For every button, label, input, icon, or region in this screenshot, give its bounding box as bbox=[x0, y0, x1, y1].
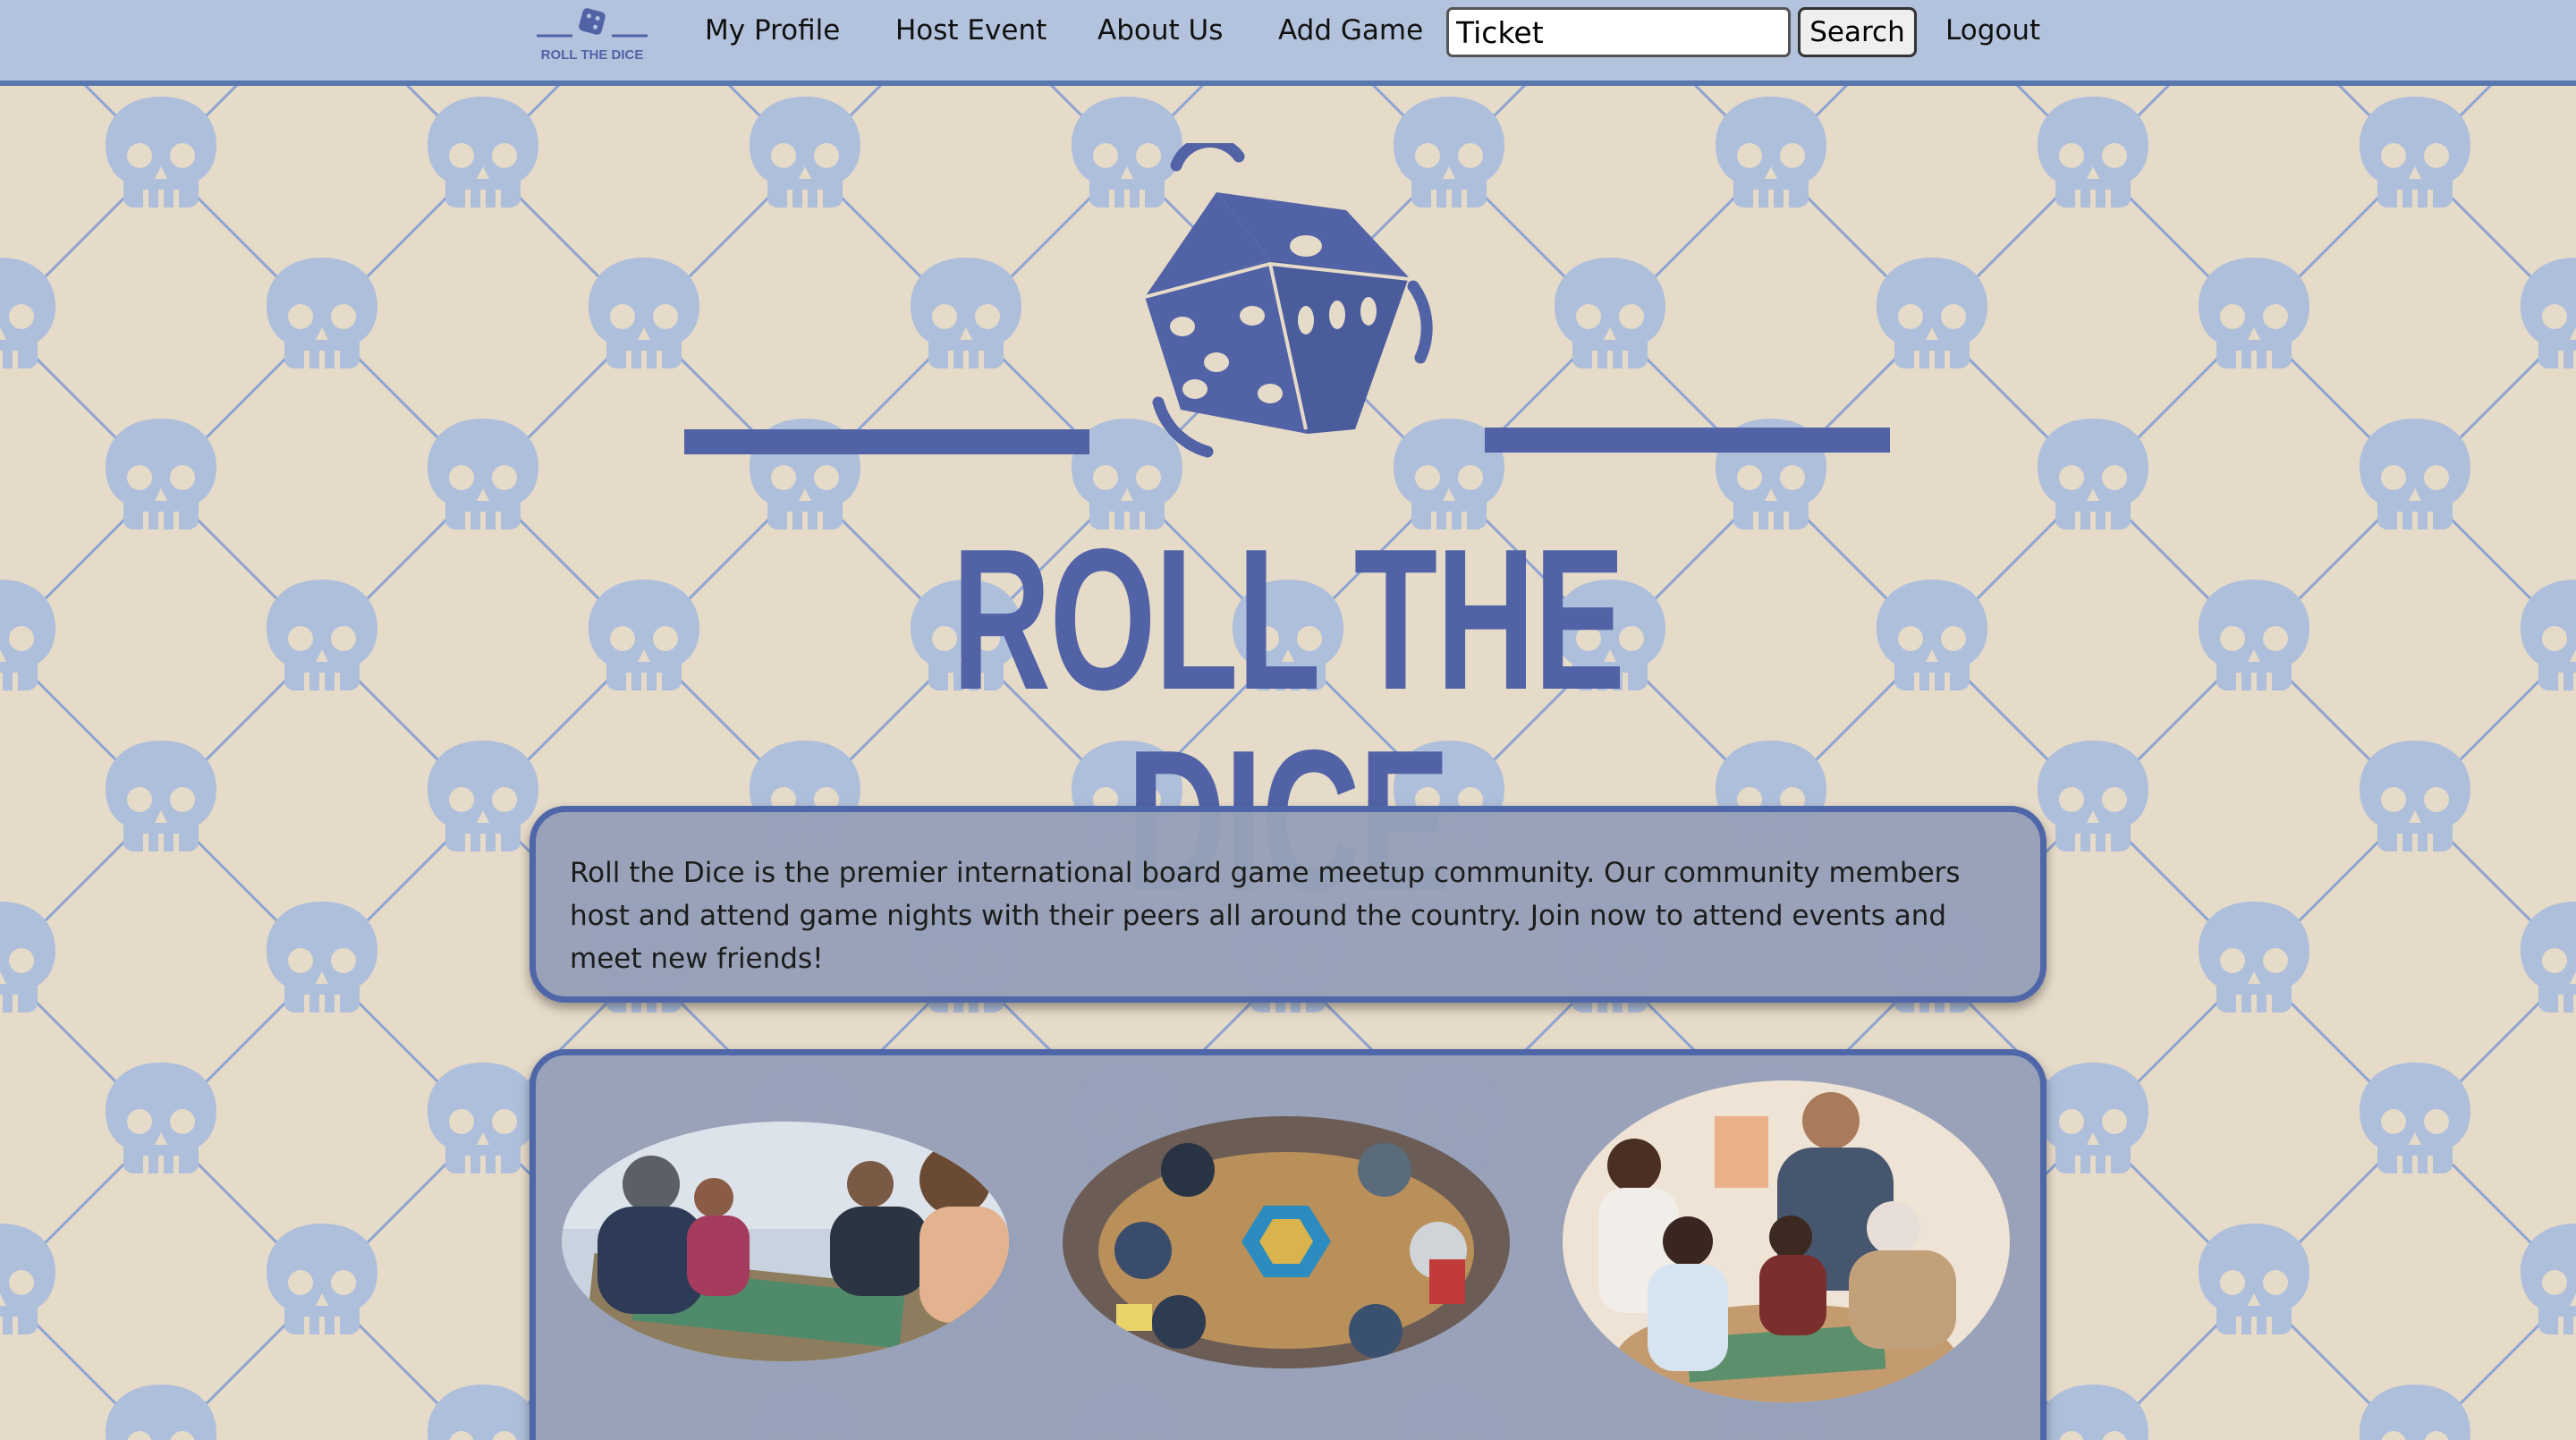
nav-about-us[interactable]: About Us bbox=[1097, 14, 1223, 47]
logo-text: ROLL THE DICE bbox=[541, 47, 644, 63]
hero-logo: ROLL THE DICE bbox=[680, 143, 1896, 921]
dice-icon bbox=[684, 143, 1890, 458]
search-input[interactable] bbox=[1446, 7, 1791, 57]
nav-add-game[interactable]: Add Game bbox=[1278, 14, 1423, 47]
photo-family-game bbox=[1563, 1080, 2010, 1402]
photo-catan-table bbox=[1063, 1116, 1510, 1368]
about-text: Roll the Dice is the premier internation… bbox=[570, 857, 1961, 975]
top-navbar: ROLL THE DICE My Profile Host Event Abou… bbox=[0, 0, 2576, 86]
about-panel: Roll the Dice is the premier internation… bbox=[530, 806, 2046, 1003]
nav-host-event[interactable]: Host Event bbox=[895, 14, 1046, 47]
search-button[interactable]: Search bbox=[1798, 7, 1917, 57]
photo-friends-playing bbox=[562, 1122, 1009, 1361]
nav-logout[interactable]: Logout bbox=[1945, 14, 2040, 47]
nav-my-profile[interactable]: My Profile bbox=[705, 14, 840, 47]
site-logo-icon[interactable]: ROLL THE DICE bbox=[535, 5, 649, 64]
